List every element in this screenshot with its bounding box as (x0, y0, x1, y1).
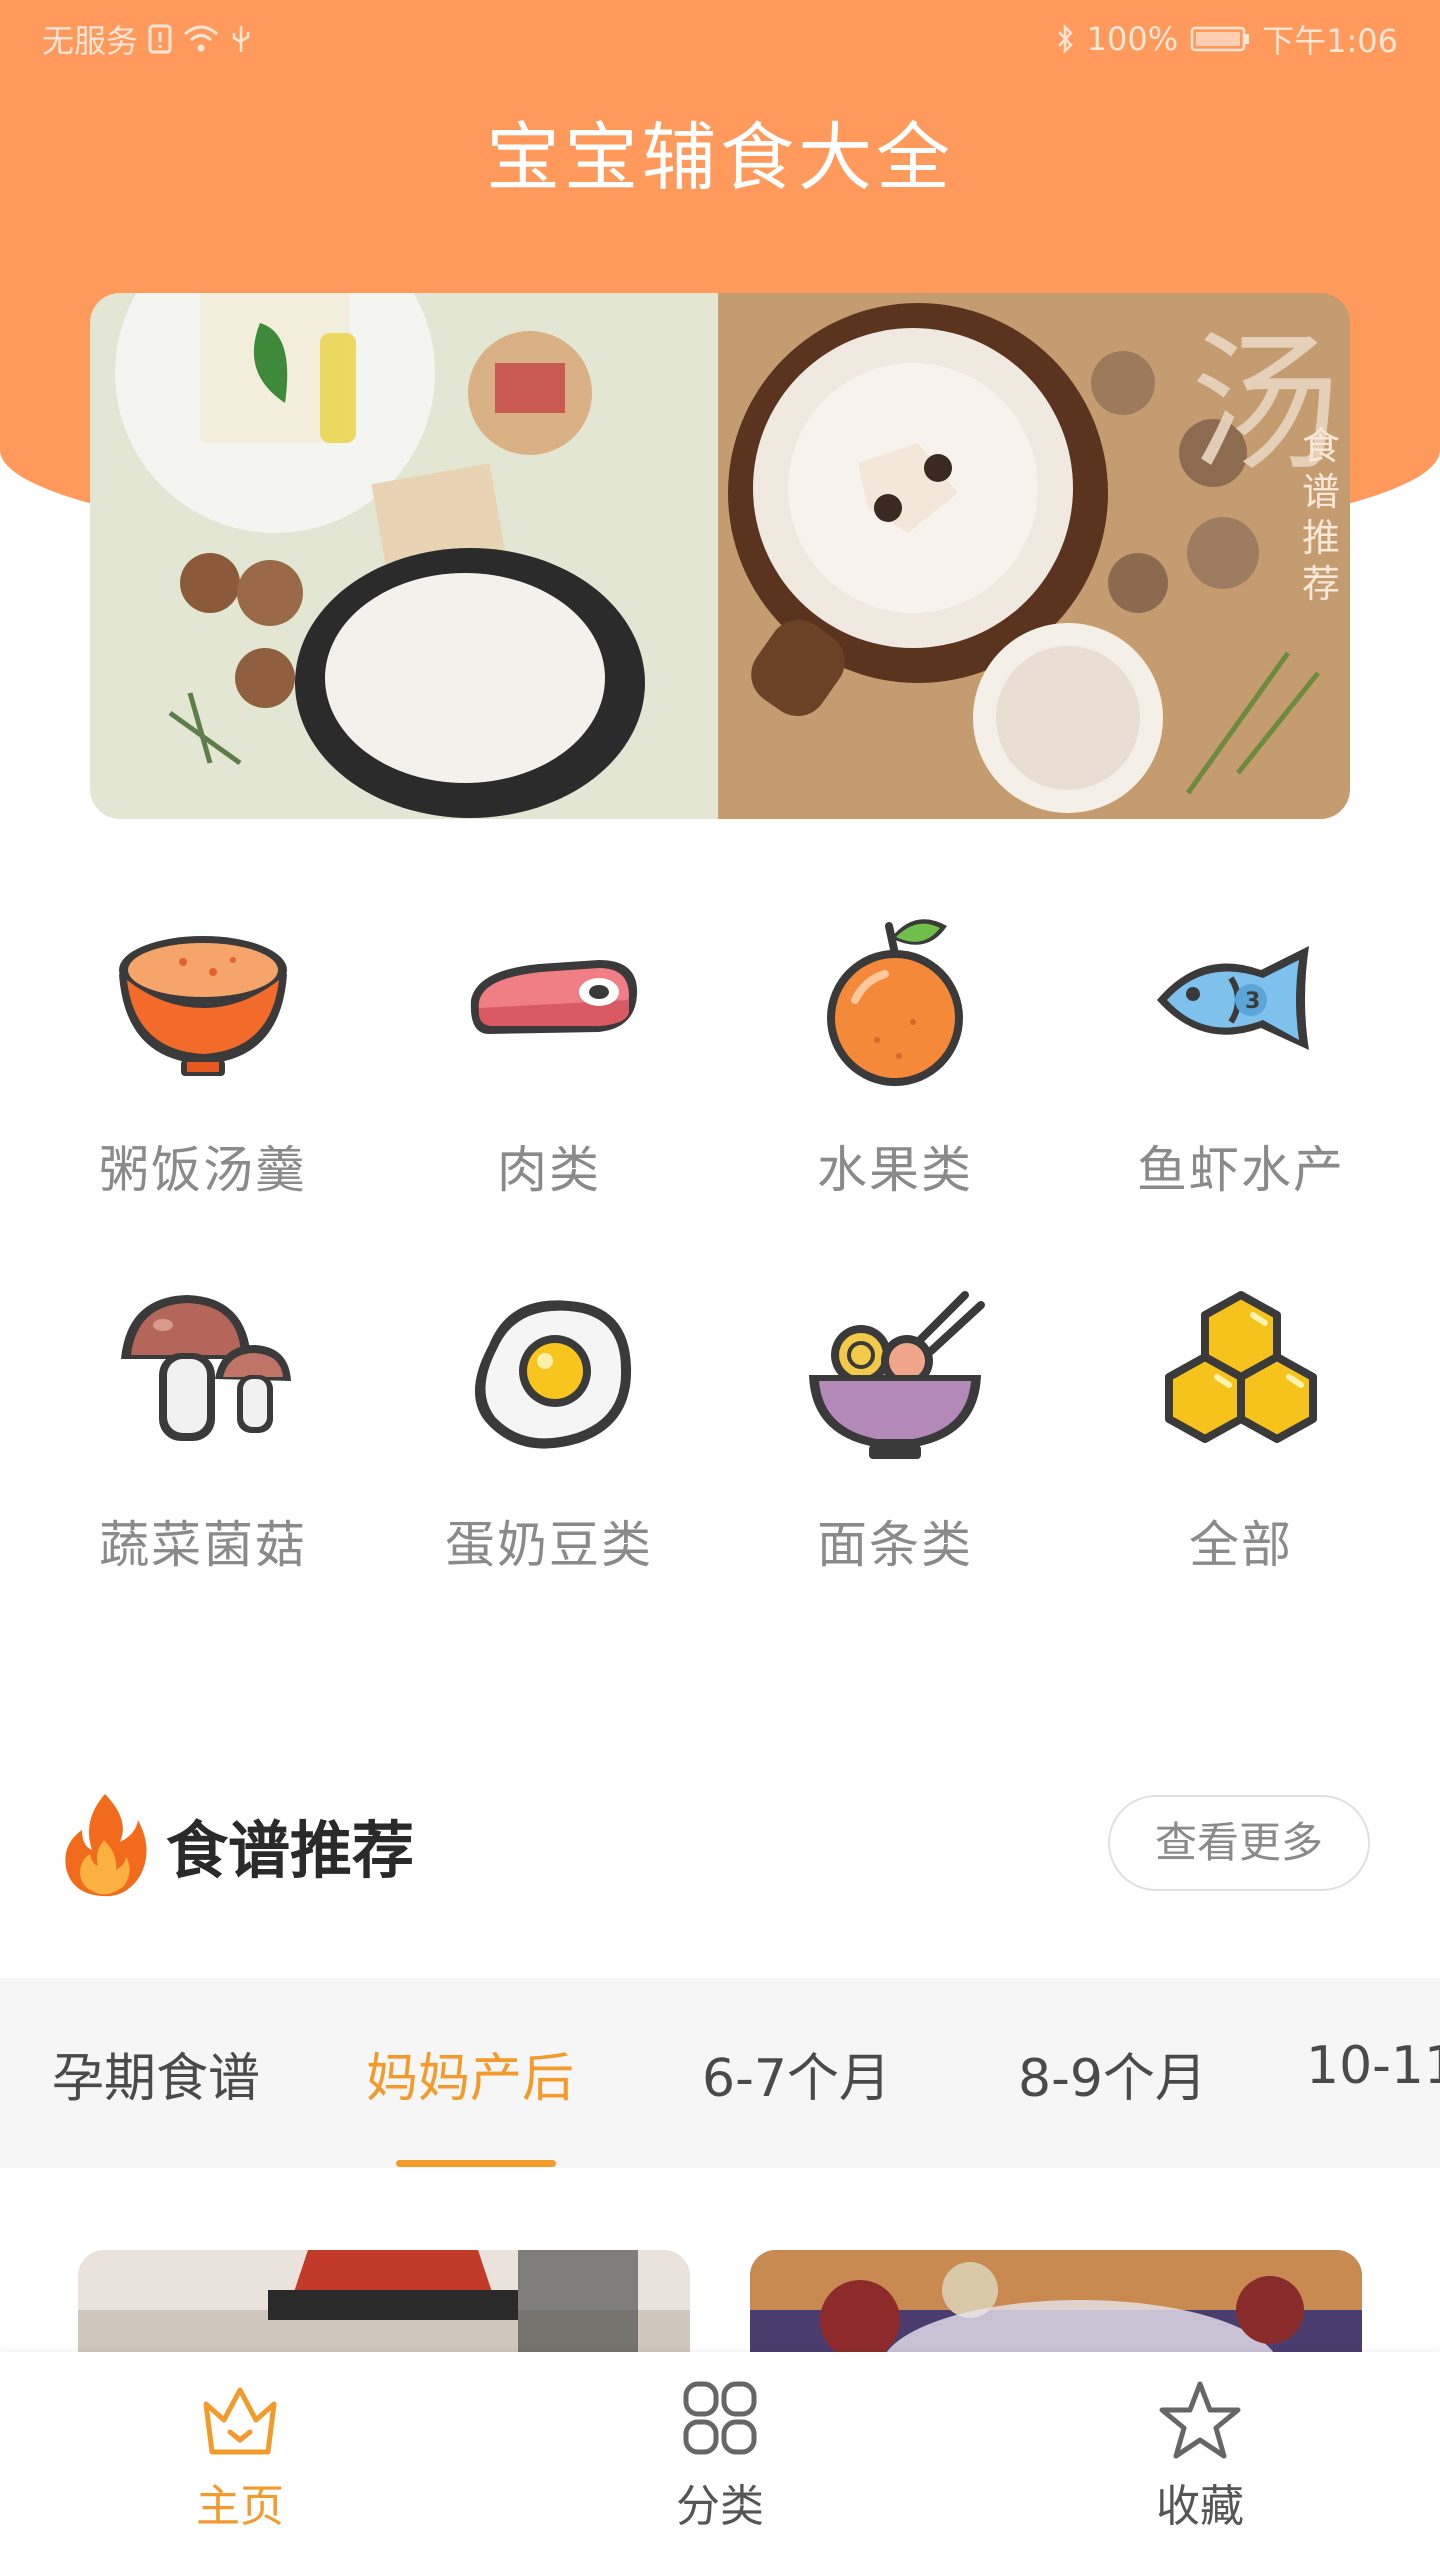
crown-icon (203, 2387, 277, 2455)
category-item-egg-dairy[interactable]: 蛋奶豆类 (376, 1275, 722, 1577)
recommend-title: 食谱推荐 (166, 1814, 415, 1887)
usb-icon (232, 26, 250, 52)
category-item-noodles[interactable]: 面条类 (722, 1275, 1068, 1577)
see-more-button[interactable]: 查看更多 (1108, 1795, 1370, 1891)
status-right: 100% 下午1:06 (1055, 16, 1398, 62)
banner-left-illustration (115, 293, 645, 818)
active-tab-indicator (396, 2160, 556, 2167)
banner-vertical-text: 食谱推荐 (1301, 424, 1340, 606)
battery-icon (1190, 26, 1250, 52)
tab-8-9-months[interactable]: 8-9个月 (1018, 2036, 1207, 2111)
tab-10-11-months[interactable]: 10-11 (1306, 2036, 1440, 2096)
sim-alert-icon (148, 24, 172, 54)
banner-carousel[interactable]: 汤 食谱推荐 (90, 293, 1350, 819)
grid-icon (683, 2381, 757, 2455)
orange-fruit-icon (827, 919, 963, 1086)
category-label: 面条类 (817, 1516, 973, 1574)
recipe-card[interactable] (750, 2250, 1362, 2360)
mushroom-icon (121, 1295, 291, 1441)
category-item-meat[interactable]: 肉类 (376, 900, 722, 1202)
nav-favorites-label: 收藏 (1156, 2481, 1244, 2532)
fire-icon (65, 1794, 147, 1897)
svg-text:3: 3 (1245, 989, 1260, 1014)
category-label: 蛋奶豆类 (445, 1516, 653, 1574)
battery-percent: 100% (1086, 20, 1179, 58)
star-icon (1159, 2381, 1241, 2459)
age-tab-bar: 孕期食谱 妈妈产后 6-7个月 8-9个月 10-11 (0, 1978, 1440, 2168)
nav-category[interactable]: 分类 (570, 2380, 870, 2534)
category-label: 水果类 (817, 1141, 973, 1199)
category-label: 肉类 (497, 1141, 601, 1199)
category-label: 鱼虾水产 (1137, 1141, 1345, 1199)
nav-category-label: 分类 (676, 2481, 764, 2532)
nav-home-label: 主页 (196, 2481, 284, 2532)
nav-home[interactable]: 主页 (90, 2380, 390, 2534)
tab-pregnancy[interactable]: 孕期食谱 (52, 2036, 260, 2111)
category-label: 粥饭汤羹 (99, 1141, 307, 1199)
tab-6-7-months[interactable]: 6-7个月 (702, 2036, 891, 2111)
app-title: 宝宝辅食大全 (486, 115, 954, 201)
tab-postpartum[interactable]: 妈妈产后 (366, 2036, 574, 2111)
bluetooth-icon (1057, 23, 1073, 55)
category-item-all[interactable]: 全部 (1068, 1275, 1414, 1577)
meat-icon (470, 960, 638, 1034)
recipe-card-image (78, 2250, 690, 2360)
carrier-text: 无服务 (42, 22, 139, 60)
fried-egg-icon (474, 1300, 632, 1449)
category-label: 蔬菜菌菇 (99, 1516, 307, 1574)
category-item-vegetable[interactable]: 蔬菜菌菇 (30, 1275, 376, 1577)
status-left: 无服务 (42, 16, 252, 62)
category-item-porridge[interactable]: 粥饭汤羹 (30, 900, 376, 1202)
fish-icon: 3 (1157, 946, 1309, 1050)
honeycomb-icon (1165, 1291, 1317, 1443)
category-label: 全部 (1189, 1516, 1293, 1574)
recommend-header: 食谱推荐 查看更多 (60, 1780, 1380, 1910)
wifi-icon (184, 25, 219, 52)
recipe-card-image (750, 2250, 1362, 2360)
porridge-bowl-icon (119, 936, 287, 1076)
nav-favorites[interactable]: 收藏 (1050, 2380, 1350, 2534)
clock-text: 下午1:06 (1262, 22, 1398, 60)
category-item-fruit[interactable]: 水果类 (722, 900, 1068, 1202)
bottom-navigation: 主页 分类 收藏 (0, 2352, 1440, 2560)
banner-image-left (90, 293, 718, 819)
recipe-card[interactable] (78, 2250, 690, 2360)
banner-image-right: 汤 食谱推荐 (718, 293, 1350, 819)
status-bar: 无服务 100% 下午1:06 (0, 0, 1440, 76)
noodle-bowl-icon (809, 1291, 985, 1459)
recipe-card-list (0, 2250, 1440, 2360)
category-item-seafood[interactable]: 3 鱼虾水产 (1068, 900, 1414, 1202)
